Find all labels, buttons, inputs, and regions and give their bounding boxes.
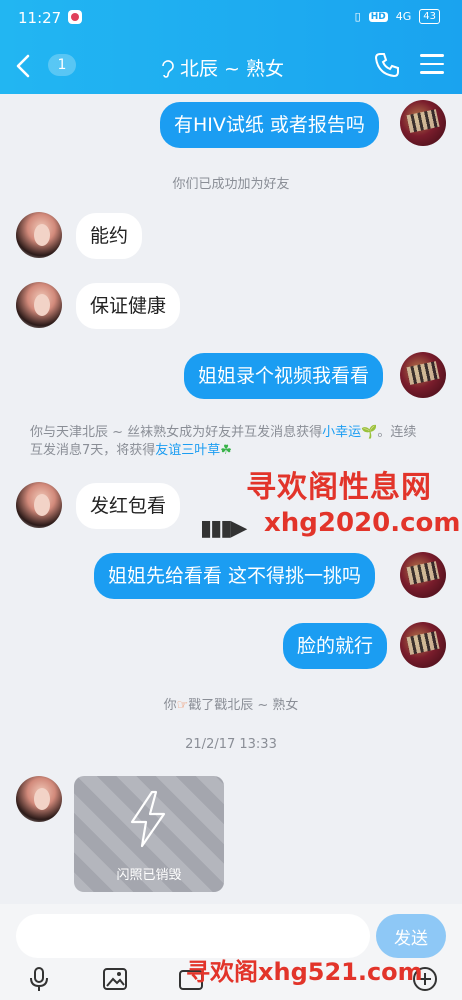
status-icons: ▯ HD 4G 43 [355,9,440,24]
flash-photo[interactable]: 闪照已销毁 [74,776,224,892]
chat-title[interactable]: 北辰 ~ 熟女 [160,54,284,81]
my-avatar[interactable] [400,352,446,398]
header: 11:27 ▯ HD 4G 43 1 北辰 ~ 熟女 [0,0,462,94]
my-avatar[interactable] [400,622,446,668]
nav-bar: 1 北辰 ~ 熟女 [0,38,462,94]
watermark-bottom: 寻欢阁xhg521.com [186,958,423,986]
flash-label: 闪照已销毁 [116,868,182,883]
status-time: 11:27 [18,9,62,27]
poke-hand-icon: ☞ [176,698,189,713]
watermark-text: 寻欢阁性息网 [246,470,432,505]
arrow-icon: ▮▮▮▶ [200,516,247,541]
image-icon[interactable] [102,966,128,992]
system-text: 你 [163,698,177,713]
ear-icon [162,59,174,78]
unread-badge[interactable]: 1 [48,54,76,76]
message-incoming[interactable]: 发红包看 [76,483,181,529]
message-outgoing[interactable]: 有HIV试纸 或者报告吗 [160,102,379,148]
back-button[interactable] [16,52,46,80]
watermark-url: xhg2020.com [264,508,461,538]
hd-icon: HD [368,11,388,22]
lucky-link[interactable]: 小幸运 [322,425,361,440]
poke-message: 你☞戳了戳北辰 ~ 熟女 [0,694,462,713]
menu-icon[interactable] [420,54,444,76]
chevron-left-icon [16,54,30,78]
sprout-icon: 🌱 [361,425,378,440]
contact-avatar[interactable] [16,282,62,328]
notification-icon [68,10,82,24]
contact-avatar[interactable] [16,776,62,822]
lightning-icon [130,790,166,848]
message-outgoing[interactable]: 脸的就行 [283,623,388,669]
chat-title-text: 北辰 ~ 熟女 [180,58,284,80]
clover-link[interactable]: 友谊三叶草 [155,443,220,458]
system-text: 你与天津北辰 ~ 丝袜熟女成为好友并互发消息获得 [30,425,323,440]
system-text: 互发消息7天，将获得 [30,443,156,458]
contact-avatar[interactable] [16,212,62,258]
contact-avatar[interactable] [16,482,62,528]
system-message-friendship: 你与天津北辰 ~ 丝袜熟女成为好友并互发消息获得小幸运🌱。连续 互发消息7天，将… [30,424,440,460]
microphone-icon[interactable] [26,966,52,992]
my-avatar[interactable] [400,552,446,598]
timestamp: 21/2/17 13:33 [185,737,277,752]
message-incoming[interactable]: 保证健康 [76,283,181,329]
message-incoming[interactable]: 能约 [76,213,143,259]
message-outgoing[interactable]: 姐姐录个视频我看看 [184,353,384,399]
phone-icon[interactable] [372,50,402,80]
status-bar: 11:27 ▯ HD 4G 43 [0,0,462,36]
message-outgoing[interactable]: 姐姐先给看看 这不得挑一挑吗 [94,553,376,599]
clover-icon: ☘ [220,443,232,458]
my-avatar[interactable] [400,100,446,146]
vibrate-icon: ▯ [354,10,361,23]
battery-icon: 43 [419,9,440,24]
system-message: 你们已成功加为好友 [172,177,290,192]
system-text: 。连续 [377,425,417,440]
network-label: 4G [395,10,412,23]
system-text: 戳了戳北辰 ~ 熟女 [188,698,299,713]
